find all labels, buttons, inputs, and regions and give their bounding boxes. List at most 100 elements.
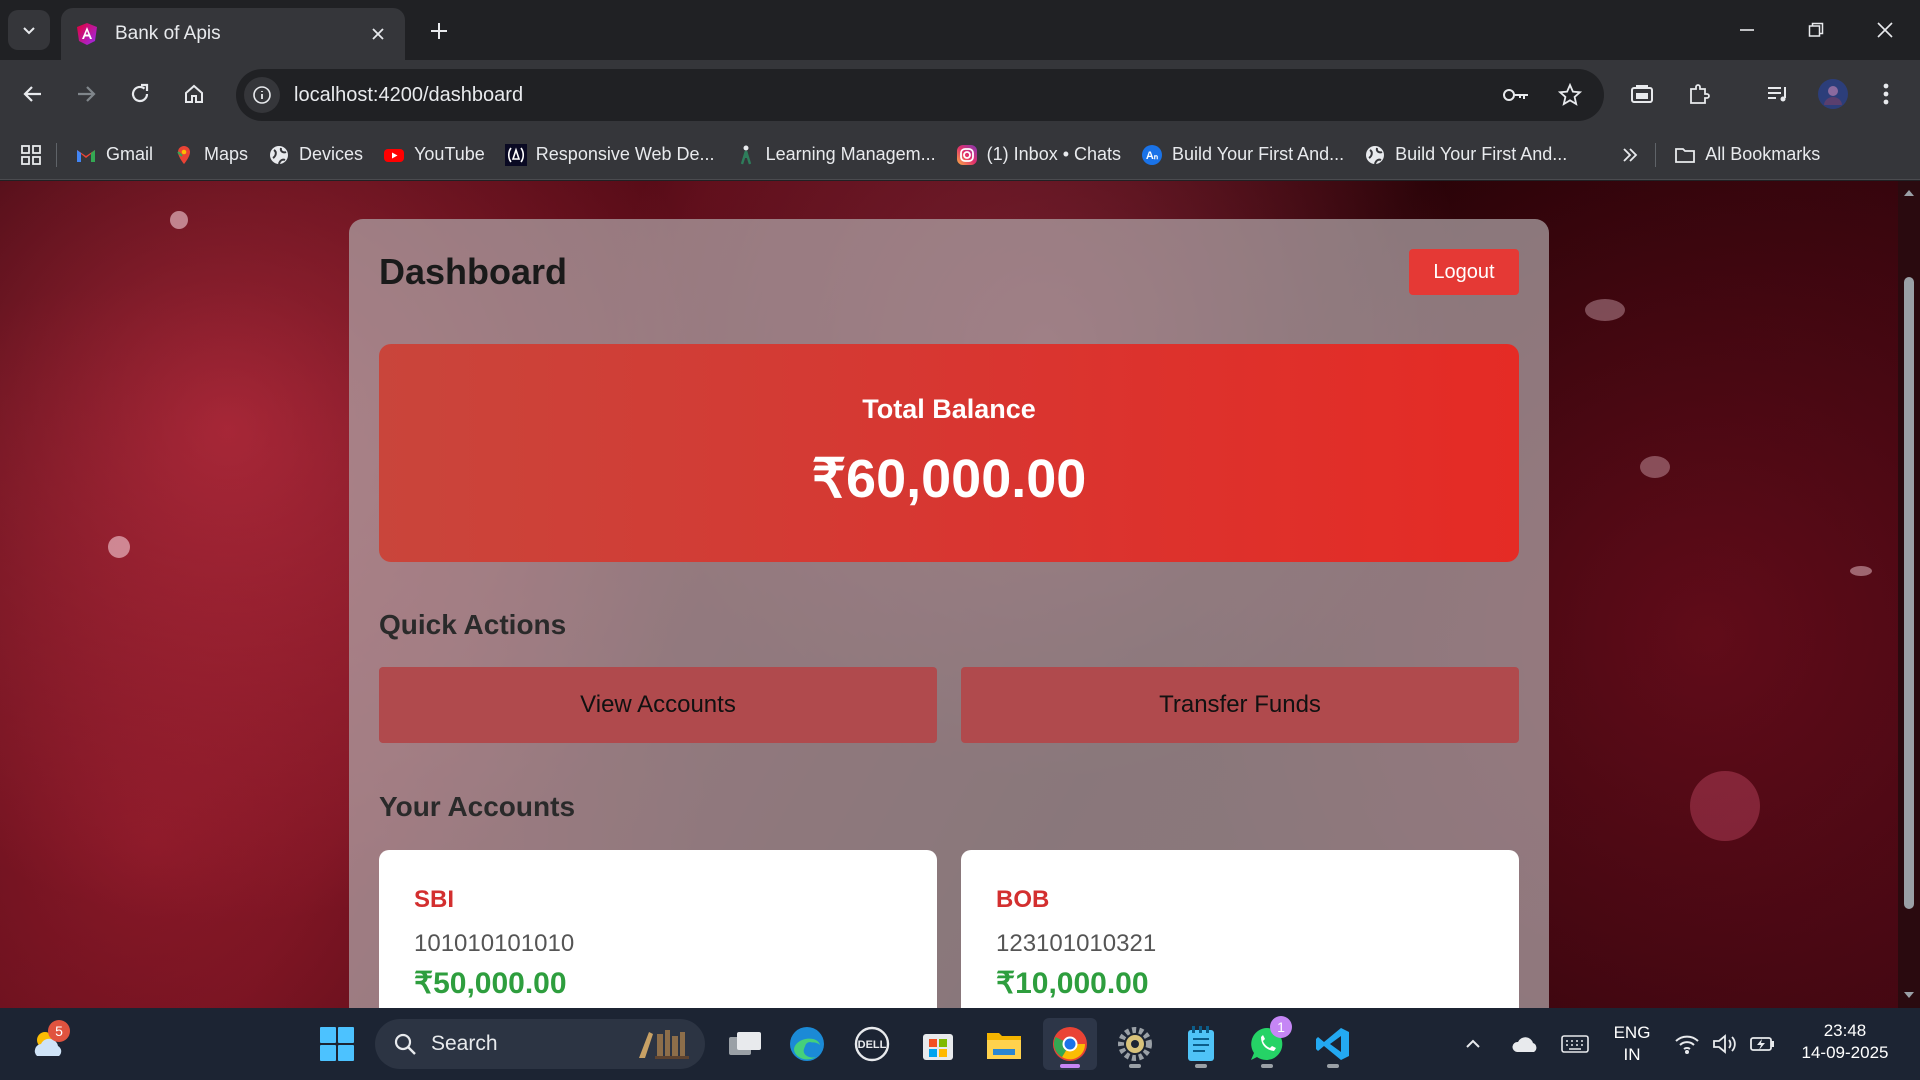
scroll-down-icon[interactable] <box>1903 989 1915 1001</box>
close-window-button[interactable] <box>1862 8 1908 52</box>
taskbar-vscode[interactable] <box>1306 1018 1360 1070</box>
taskbar-settings-app[interactable] <box>1108 1018 1162 1070</box>
taskbar-whatsapp[interactable]: 1 <box>1240 1016 1294 1070</box>
site-info-button[interactable] <box>244 77 280 113</box>
bookmark-devices[interactable]: Devices <box>258 137 373 173</box>
your-accounts-title: Your Accounts <box>379 791 576 822</box>
password-key-button[interactable] <box>1496 75 1536 115</box>
bookmark-label: Gmail <box>106 144 154 164</box>
address-bar[interactable]: localhost:4200/dashboard <box>236 69 1604 121</box>
scrollbar-thumb[interactable] <box>1904 277 1914 909</box>
browser-tab-active[interactable]: Bank of Apis <box>61 8 405 60</box>
media-controls-button[interactable] <box>1758 74 1798 114</box>
tray-wifi[interactable] <box>1667 1018 1707 1070</box>
tab-search-button[interactable] <box>8 10 50 50</box>
forward-button[interactable] <box>66 74 106 114</box>
total-balance-card: Total Balance ₹60,000.00 <box>379 344 1519 562</box>
all-bookmarks-button[interactable]: All Bookmarks <box>1664 137 1830 173</box>
profile-avatar[interactable] <box>1813 74 1853 114</box>
background-bokeh <box>170 211 188 229</box>
home-button[interactable] <box>174 74 214 114</box>
account-card-bob[interactable]: BOB 123101010321 ₹10,000.00 <box>961 850 1519 1008</box>
taskbar-file-explorer[interactable] <box>977 1018 1031 1070</box>
wifi-icon <box>1675 1035 1699 1054</box>
account-number: 101010101010 <box>414 930 575 957</box>
bookmark-label: Build Your First And... <box>1172 144 1345 164</box>
taskbar-microsoft-store[interactable] <box>911 1018 965 1070</box>
taskbar-dell[interactable]: DELL <box>845 1018 899 1070</box>
tray-battery[interactable] <box>1742 1018 1782 1070</box>
search-icon <box>394 1033 416 1055</box>
bookmark-freecodecamp[interactable]: Responsive Web De... <box>495 137 725 173</box>
bookmarks-divider <box>1655 142 1657 167</box>
bookmark-maps[interactable]: Maps <box>163 137 258 173</box>
running-app-indicator <box>1195 1064 1207 1068</box>
taskbar-chrome[interactable] <box>1043 1018 1097 1070</box>
bookmark-build-android-1[interactable]: Aₙ Build Your First And... <box>1131 137 1354 173</box>
bookmark-lms[interactable]: Learning Managem... <box>725 137 946 173</box>
vscode-icon <box>1316 1028 1349 1060</box>
bookmark-instagram[interactable]: (1) Inbox • Chats <box>946 137 1131 173</box>
taskbar-weather-widget[interactable]: 5 <box>22 1018 76 1070</box>
account-card-sbi[interactable]: SBI 101010101010 ₹50,000.00 <box>379 850 937 1008</box>
taskbar-edge[interactable] <box>780 1018 834 1070</box>
svg-text:DELL: DELL <box>858 1039 887 1051</box>
browser-titlebar: Bank of Apis <box>0 0 1920 60</box>
android-icon: Aₙ <box>1142 144 1163 165</box>
total-balance-label: Total Balance <box>862 394 1036 424</box>
view-accounts-button[interactable]: View Accounts <box>379 667 937 743</box>
bookmark-label: (1) Inbox • Chats <box>986 144 1122 164</box>
tray-volume[interactable] <box>1705 1018 1745 1070</box>
gear-icon <box>1118 1027 1152 1061</box>
taskbar-search-box[interactable]: Search <box>375 1019 705 1069</box>
page-scrollbar[interactable] <box>1898 181 1920 1008</box>
cast-button[interactable] <box>1622 74 1662 114</box>
running-app-indicator <box>1261 1064 1273 1068</box>
apps-grid-icon <box>21 144 41 165</box>
puzzle-icon <box>1690 84 1710 104</box>
notification-badge: 1 <box>1270 1016 1292 1038</box>
star-icon <box>1558 83 1582 106</box>
transfer-funds-button[interactable]: Transfer Funds <box>961 667 1519 743</box>
gmail-icon <box>77 149 95 162</box>
tray-keyboard[interactable] <box>1553 1018 1597 1070</box>
battery-charging-icon <box>1750 1037 1774 1051</box>
page-viewport: Dashboard Logout Total Balance ₹60,000.0… <box>0 181 1898 1008</box>
taskbar-notepad[interactable] <box>1174 1018 1228 1070</box>
reload-button[interactable] <box>120 74 160 114</box>
extensions-button[interactable] <box>1679 74 1719 114</box>
tab-close-button[interactable] <box>365 21 391 47</box>
back-button[interactable] <box>13 74 53 114</box>
bookmarks-overflow-button[interactable] <box>1613 137 1647 173</box>
quick-actions-title: Quick Actions <box>379 609 567 640</box>
page-title: Dashboard <box>379 251 568 292</box>
browser-menu-button[interactable] <box>1866 74 1906 114</box>
close-icon <box>372 28 384 40</box>
avatar-icon <box>1818 79 1848 109</box>
windows-icon <box>320 1027 354 1061</box>
background-bokeh <box>1690 771 1760 841</box>
volume-icon <box>1713 1034 1736 1054</box>
reload-icon <box>131 83 149 103</box>
new-tab-button[interactable] <box>422 14 456 48</box>
restore-button[interactable] <box>1793 8 1839 52</box>
logout-button[interactable]: Logout <box>1409 249 1519 295</box>
notification-badge: 5 <box>48 1020 70 1042</box>
scroll-up-icon[interactable] <box>1903 187 1915 199</box>
minimize-button[interactable] <box>1724 8 1770 52</box>
bookmark-star-button[interactable] <box>1550 75 1590 115</box>
apps-button[interactable] <box>14 137 48 173</box>
tray-language[interactable]: ENG IN <box>1606 1022 1658 1066</box>
tray-clock[interactable]: 23:48 14-09-2025 <box>1790 1020 1900 1064</box>
tray-onedrive[interactable] <box>1503 1018 1547 1070</box>
bookmark-gmail[interactable]: Gmail <box>65 137 163 173</box>
taskbar-search-placeholder: Search <box>431 1032 498 1055</box>
bookmark-build-android-2[interactable]: Build Your First And... <box>1354 137 1577 173</box>
tray-overflow-button[interactable] <box>1451 1018 1495 1070</box>
folder-icon <box>987 1033 1021 1059</box>
cloud-icon <box>1512 1037 1537 1052</box>
url-text[interactable]: localhost:4200/dashboard <box>294 84 1496 107</box>
taskbar-task-view[interactable] <box>718 1018 772 1070</box>
taskbar-start-button[interactable] <box>310 1018 364 1070</box>
bookmark-youtube[interactable]: YouTube <box>373 137 495 173</box>
